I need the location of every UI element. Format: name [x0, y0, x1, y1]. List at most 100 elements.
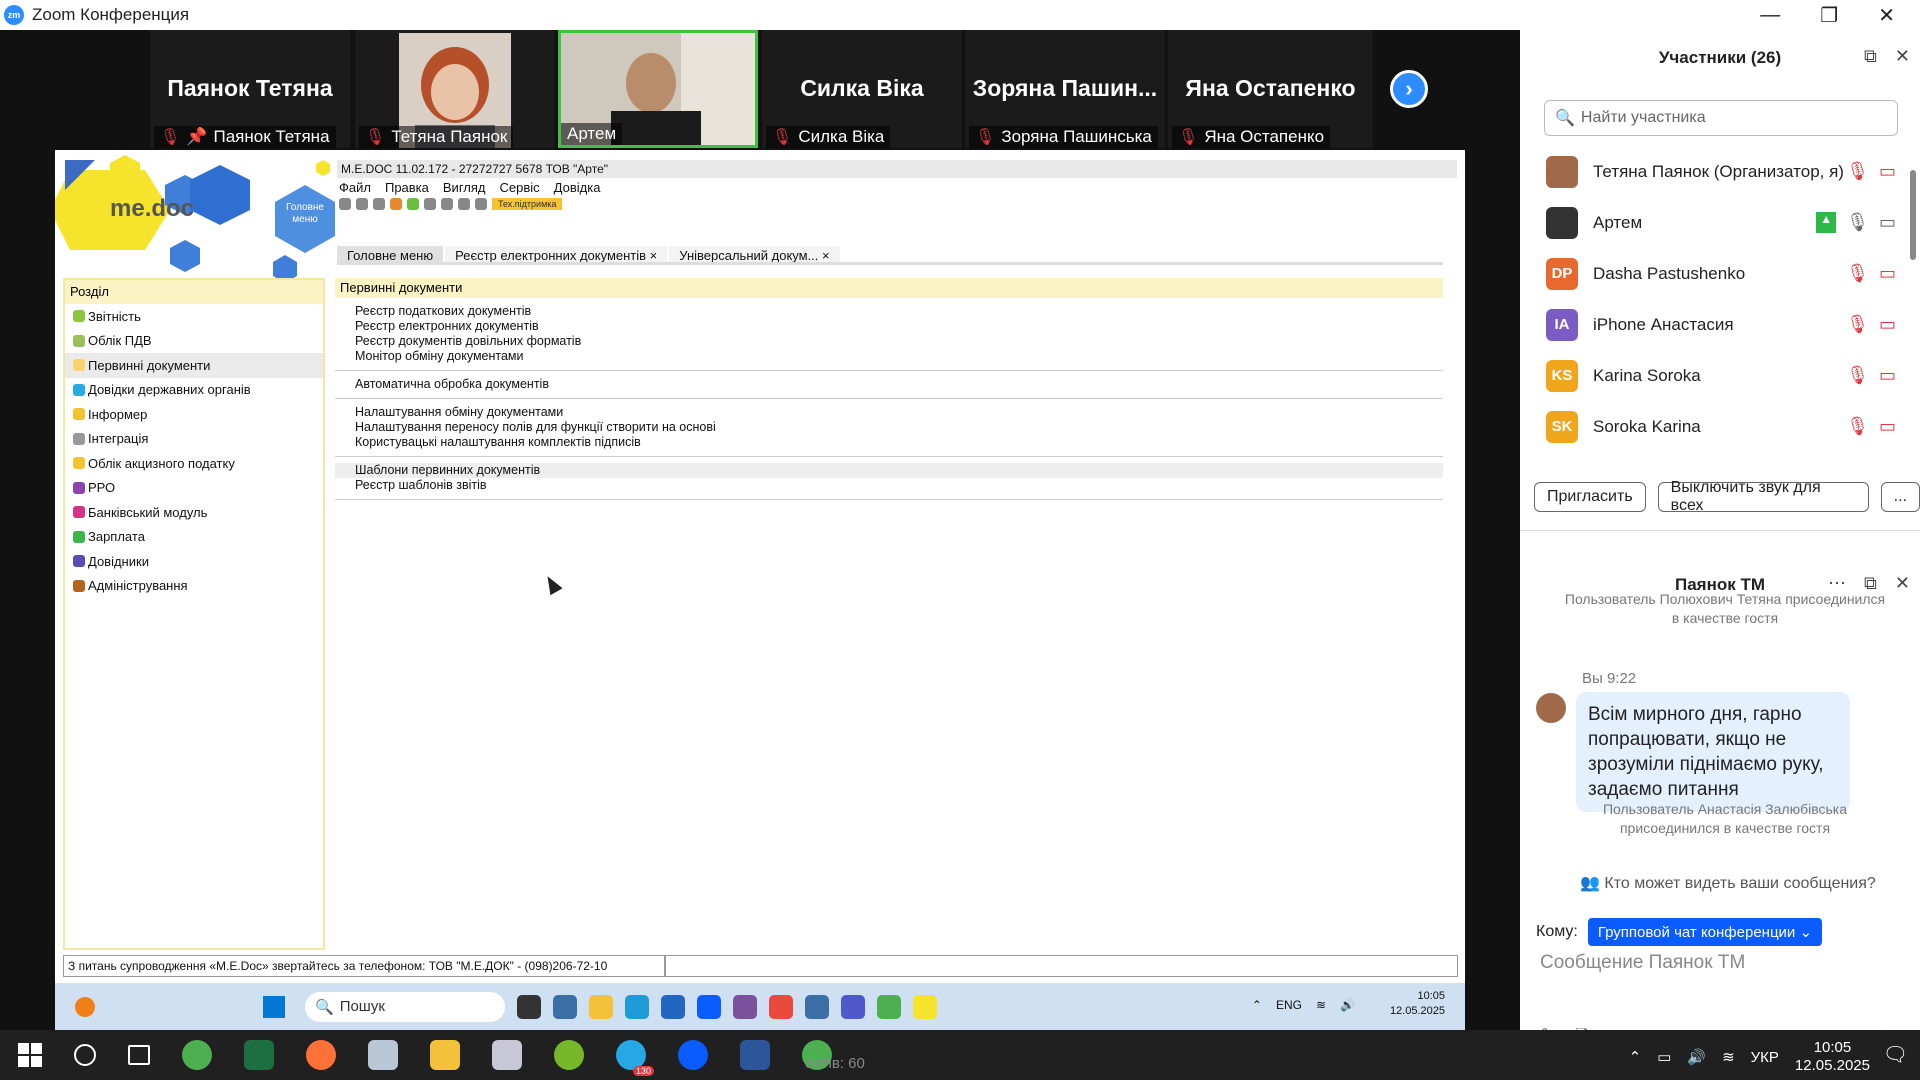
doc-link[interactable]: Налаштування обміну документами: [355, 405, 1443, 420]
camera-off-icon[interactable]: ▭: [1879, 314, 1896, 335]
chevron-up-icon[interactable]: ⌃: [1629, 1048, 1642, 1066]
clock[interactable]: 10:05 12.05.2025: [1795, 1039, 1870, 1075]
doc-link[interactable]: Реєстр податкових документів: [355, 304, 1443, 319]
camera-icon[interactable]: ▭: [1879, 212, 1896, 233]
task-view-icon[interactable]: [128, 1045, 150, 1065]
app-icon[interactable]: [517, 994, 541, 1019]
doc-link[interactable]: Налаштування переносу полів для функції …: [355, 420, 1443, 435]
chrome-icon[interactable]: [877, 994, 901, 1019]
wifi-icon[interactable]: ≋: [1722, 1048, 1735, 1066]
camera-off-icon[interactable]: ▭: [1879, 161, 1896, 182]
sidebar-item[interactable]: Зарплата: [65, 525, 323, 550]
volume-icon[interactable]: 🔊: [1340, 998, 1355, 1012]
print-icon[interactable]: [373, 198, 385, 210]
participant-row[interactable]: DP Dasha Pastushenko 🎙 ▭: [1520, 248, 1910, 299]
toolbar-icon[interactable]: [458, 198, 470, 210]
close-icon[interactable]: ✕: [1895, 573, 1910, 594]
doc-link[interactable]: Реєстр електронних документів: [355, 319, 1443, 334]
participant-row[interactable]: Тетяна Паянок (Организатор, я) 🎙 ▭: [1520, 146, 1910, 197]
lang-indicator[interactable]: УКР: [1751, 1049, 1779, 1066]
windows-start-icon[interactable]: [18, 1043, 42, 1067]
camera-off-icon[interactable]: ▭: [1879, 416, 1896, 437]
video-tile[interactable]: Яна Остапенко 🎙 Яна Остапенко: [1168, 30, 1373, 148]
toolbar-icon[interactable]: [475, 198, 487, 210]
chevron-up-icon[interactable]: ⌃: [1252, 998, 1262, 1012]
battery-icon[interactable]: ▭: [1657, 1048, 1671, 1066]
visibility-info[interactable]: 👥 Кто может видеть ваши сообщения?: [1580, 873, 1876, 893]
inner-search-box[interactable]: 🔍 Пошук: [305, 991, 505, 1022]
minimize-button[interactable]: —: [1760, 4, 1780, 27]
mic-off-icon[interactable]: 🎙: [1846, 416, 1869, 437]
menu-edit[interactable]: Правка: [385, 180, 429, 195]
viber-icon[interactable]: [733, 994, 757, 1019]
toolbar-icon[interactable]: [407, 198, 419, 210]
doc-link[interactable]: Монітор обміну документами: [355, 349, 1443, 364]
close-button[interactable]: ✕: [1878, 3, 1895, 28]
search-icon[interactable]: [74, 1044, 96, 1066]
camera-off-icon[interactable]: ▭: [1879, 263, 1896, 284]
folder-icon[interactable]: [430, 1040, 460, 1070]
sidebar-item[interactable]: Інтеграція: [65, 427, 323, 452]
menu-view[interactable]: Вигляд: [443, 180, 486, 195]
tech-support-button[interactable]: Тех.підтримка: [492, 198, 563, 210]
mic-off-icon[interactable]: 🎙: [1846, 161, 1869, 182]
video-tile[interactable]: Силка Віка 🎙 Силка Віка: [762, 30, 962, 148]
next-page-button[interactable]: ›: [1390, 70, 1428, 108]
medoc-icon[interactable]: [913, 994, 937, 1019]
telegram-icon[interactable]: 130: [616, 1040, 654, 1076]
menu-service[interactable]: Сервіс: [500, 180, 540, 195]
notification-icon[interactable]: [75, 996, 95, 1017]
excel-icon[interactable]: [244, 1040, 274, 1070]
participant-row[interactable]: IA iPhone Анастасия 🎙 ▭: [1520, 299, 1910, 350]
sidebar-item[interactable]: Звітність: [65, 304, 323, 329]
toolbar-icon[interactable]: [339, 198, 351, 210]
windows-start-icon[interactable]: [263, 995, 285, 1018]
utorrent-icon[interactable]: [554, 1040, 584, 1070]
invite-button[interactable]: Пригласить: [1534, 482, 1646, 512]
sidebar-item[interactable]: Облік акцизного податку: [65, 451, 323, 476]
toolbar-icon[interactable]: [390, 198, 402, 210]
word-icon[interactable]: [740, 1040, 770, 1070]
sidebar-item[interactable]: Облік ПДВ: [65, 329, 323, 354]
sidebar-item[interactable]: Довідники: [65, 549, 323, 574]
sidebar-item[interactable]: Інформер: [65, 402, 323, 427]
menu-file[interactable]: Файл: [339, 180, 371, 195]
doc-link[interactable]: Шаблони первинних документів: [335, 463, 1443, 478]
doc-link[interactable]: Автоматична обробка документів: [355, 377, 1443, 392]
mic-off-icon[interactable]: 🎙: [1846, 263, 1869, 284]
camera-off-icon[interactable]: ▭: [1879, 365, 1896, 386]
mic-icon[interactable]: 🎙: [1846, 212, 1869, 233]
edge-icon[interactable]: [625, 994, 649, 1019]
video-tile[interactable]: Зоряна Пашин... 🎙 Зоряна Пашинська: [965, 30, 1165, 148]
toolbar-icon[interactable]: [441, 198, 453, 210]
close-icon[interactable]: ✕: [1895, 46, 1910, 67]
maximize-button[interactable]: ❐: [1820, 3, 1838, 28]
app-icon[interactable]: [492, 1040, 522, 1070]
toolbar-icon[interactable]: [424, 198, 436, 210]
sidebar-item[interactable]: Адміністрування: [65, 574, 323, 599]
mic-off-icon[interactable]: 🎙: [1846, 365, 1869, 386]
sidebar-item[interactable]: Довідки державних органів: [65, 378, 323, 403]
zoom-icon[interactable]: [697, 994, 721, 1019]
mute-all-button[interactable]: Выключить звук для всех: [1657, 479, 1869, 514]
app-icon[interactable]: [553, 994, 577, 1019]
lang-indicator[interactable]: ENG: [1276, 998, 1302, 1012]
sidebar-item[interactable]: Банківський модуль: [65, 500, 323, 525]
participant-row[interactable]: SK Soroka Karina 🎙 ▭: [1520, 401, 1910, 452]
chrome-icon[interactable]: [182, 1040, 212, 1070]
recipient-dropdown[interactable]: Групповой чат конференции ⌄: [1587, 918, 1823, 946]
home-menu-hex[interactable]: Головне меню: [275, 202, 335, 226]
notepad-icon[interactable]: [368, 1040, 398, 1070]
menu-help[interactable]: Довідка: [554, 180, 601, 195]
doc-link[interactable]: Користувацькі налаштування комплектів пі…: [355, 435, 1443, 450]
message-input[interactable]: Сообщение Паянок ТМ: [1540, 952, 1745, 974]
sidebar-item[interactable]: Первинні документи: [65, 353, 323, 378]
mic-off-icon[interactable]: 🎙: [1846, 314, 1869, 335]
doc-link[interactable]: Реєстр шаблонів звітів: [355, 478, 1443, 493]
zoom-icon[interactable]: [678, 1040, 708, 1070]
popout-icon[interactable]: ⧉: [1864, 46, 1877, 67]
wifi-icon[interactable]: ≋: [1316, 998, 1326, 1012]
video-tile[interactable]: 🎙 Тетяна Паянок: [355, 30, 555, 148]
more-button[interactable]: ...: [1880, 482, 1920, 512]
volume-icon[interactable]: 🔊: [1687, 1048, 1706, 1066]
